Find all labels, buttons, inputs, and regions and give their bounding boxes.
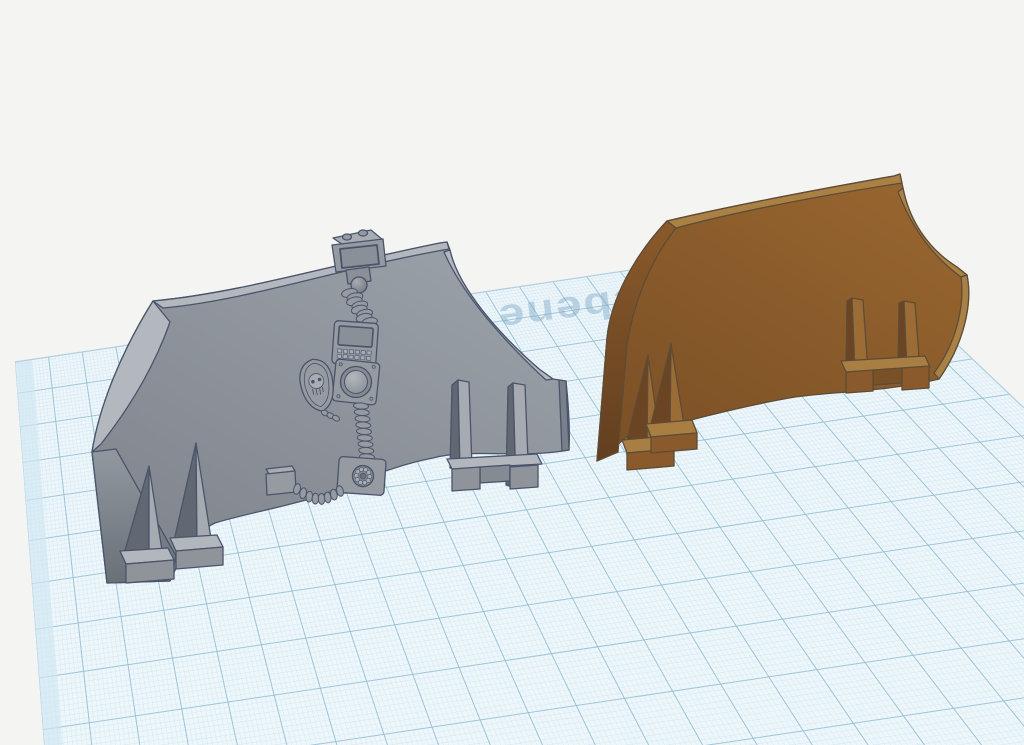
viewport-canvas[interactable]: Arbeitsebene [0, 0, 1024, 745]
gray-gear-emblem-box [336, 455, 387, 496]
gray-porthole-panel [331, 358, 381, 406]
scene-svg: Arbeitsebene [0, 0, 1024, 745]
gray-access-panel [265, 465, 297, 496]
